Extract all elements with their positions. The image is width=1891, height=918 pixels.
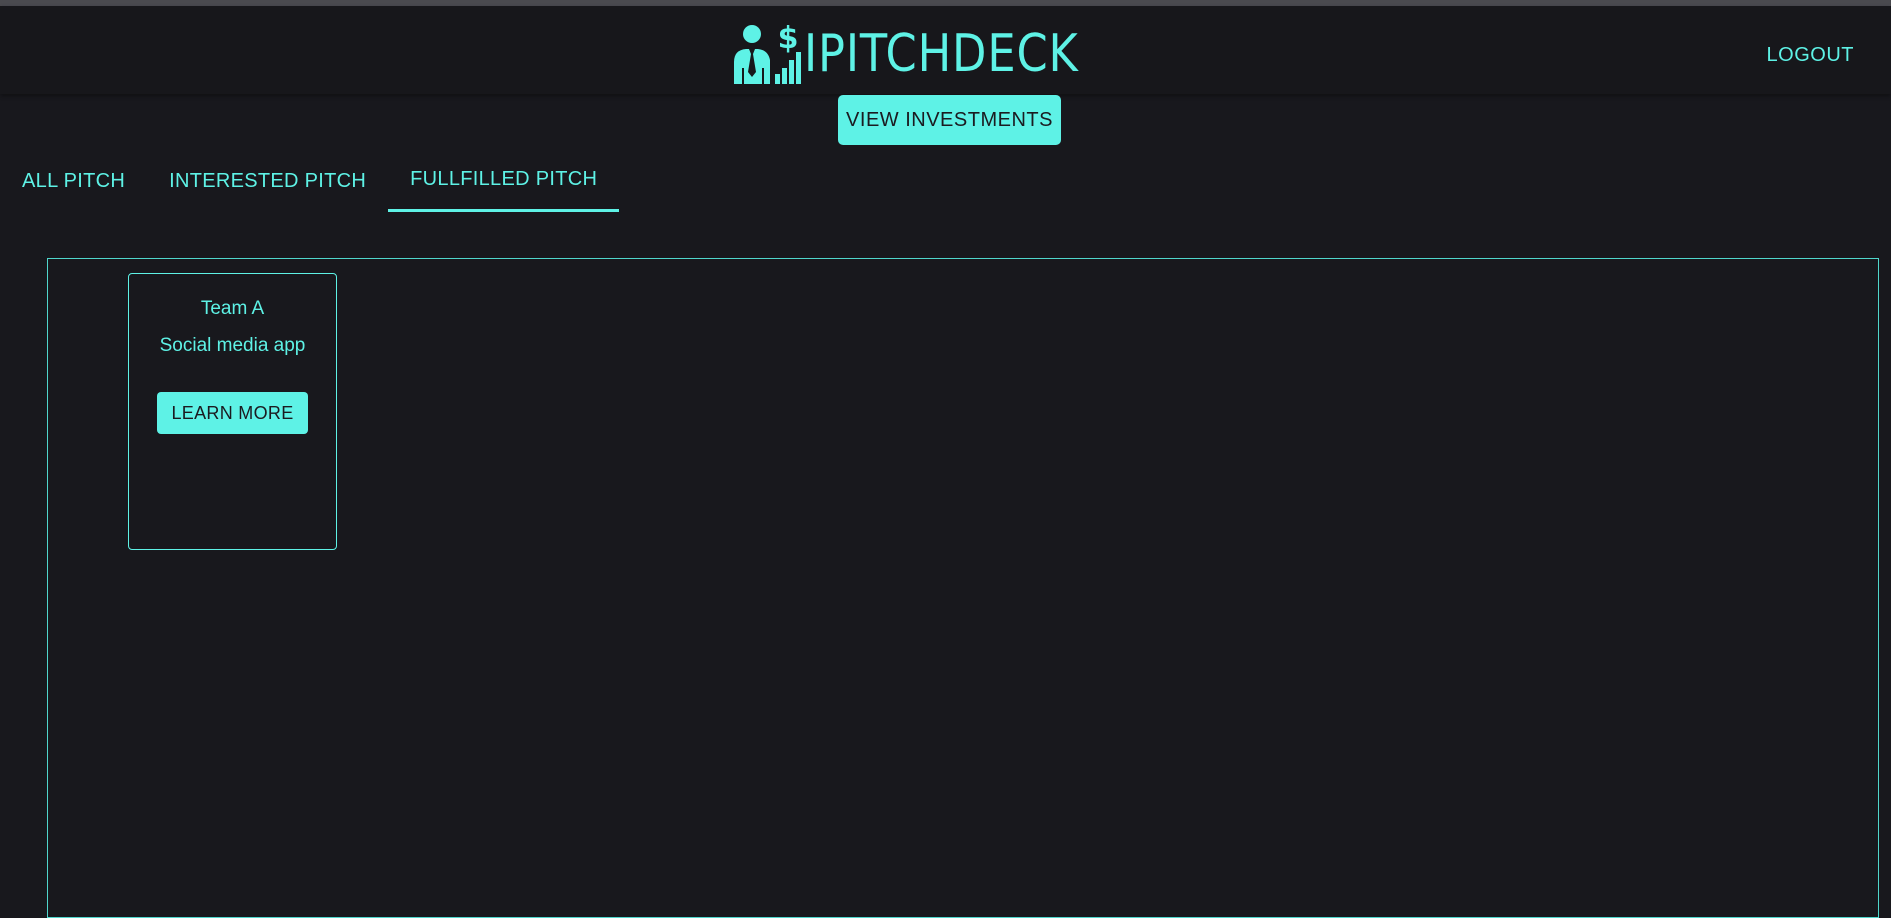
learn-more-button[interactable]: LEARN MORE <box>157 392 308 434</box>
pitch-card: Team A Social media app LEARN MORE <box>128 273 337 550</box>
pitch-team-name: Team A <box>200 298 265 319</box>
tab-interested-pitch[interactable]: INTERESTED PITCH <box>147 150 388 212</box>
businessman-dollar-chart-icon: $ <box>734 24 801 84</box>
pitch-list-panel: Team A Social media app LEARN MORE <box>47 258 1879 918</box>
app-header: $ IPITCHDECK LOGOUT <box>0 6 1891 94</box>
view-investments-button[interactable]: VIEW INVESTMENTS <box>838 95 1061 145</box>
pitch-tabs: ALL PITCH INTERESTED PITCH FULLFILLED PI… <box>0 150 620 212</box>
pitch-description: Social media app <box>159 335 306 356</box>
brand[interactable]: $ IPITCHDECK <box>730 20 1123 88</box>
tab-all-pitch[interactable]: ALL PITCH <box>0 150 147 212</box>
svg-text:$: $ <box>778 24 799 56</box>
tab-fullfilled-pitch[interactable]: FULLFILLED PITCH <box>388 150 620 212</box>
brand-name: IPITCHDECK <box>804 24 1079 84</box>
logout-link[interactable]: LOGOUT <box>1767 44 1854 67</box>
